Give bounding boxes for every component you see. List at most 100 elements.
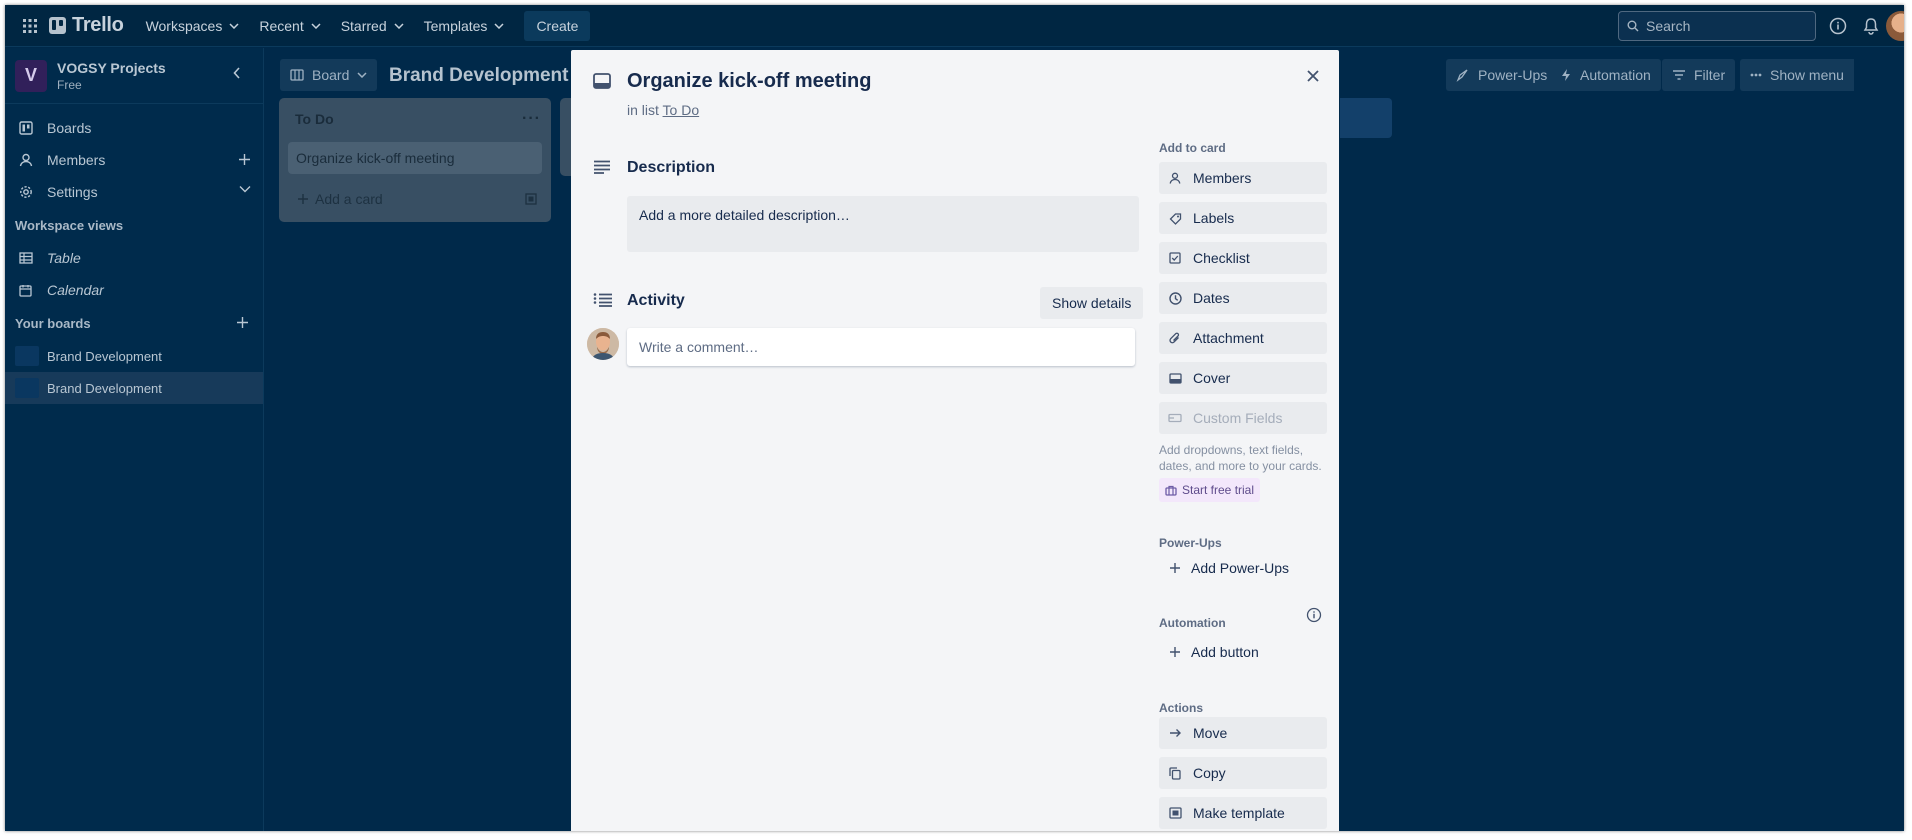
checklist-label: Checklist — [1193, 250, 1250, 266]
collapse-sidebar-icon[interactable] — [233, 67, 241, 79]
show-menu-button[interactable]: Show menu — [1740, 59, 1854, 91]
in-list-prefix: in list — [627, 102, 659, 118]
search-input[interactable]: Search — [1618, 11, 1816, 41]
nav-starred[interactable]: Starred — [331, 10, 414, 42]
automation-button[interactable]: Automation — [1550, 59, 1661, 91]
dates-button[interactable]: Dates — [1159, 282, 1327, 314]
board-view-label: Board — [312, 67, 350, 83]
copy-button[interactable]: Copy — [1159, 757, 1327, 789]
start-free-trial-label: Start free trial — [1182, 483, 1255, 497]
workspace-views-heading: Workspace views — [5, 208, 263, 242]
tag-icon — [1167, 212, 1183, 225]
filter-button[interactable]: Filter — [1662, 59, 1736, 91]
filter-label: Filter — [1694, 67, 1726, 83]
attachment-button[interactable]: Attachment — [1159, 322, 1327, 354]
sidebar-item-members[interactable]: Members — [5, 144, 263, 176]
user-avatar[interactable] — [1886, 11, 1904, 41]
powerups-button[interactable]: Power-Ups — [1446, 59, 1558, 91]
board-item-label: Brand Development — [47, 380, 162, 396]
search-icon — [1627, 20, 1639, 32]
make-template-button[interactable]: Make template — [1159, 797, 1327, 829]
copy-icon — [1167, 766, 1183, 780]
nav-recent[interactable]: Recent — [249, 10, 330, 42]
description-input[interactable]: Add a more detailed description… — [627, 196, 1139, 252]
briefcase-icon — [1165, 485, 1177, 496]
chevron-down-icon — [357, 72, 367, 78]
cover-button[interactable]: Cover — [1159, 362, 1327, 394]
card-title[interactable]: Organize kick-off meeting — [627, 70, 872, 93]
add-list-partial[interactable] — [1340, 98, 1392, 138]
board-icon — [19, 121, 37, 135]
workspace-header: V VOGSY Projects Free — [5, 48, 263, 104]
add-member-icon[interactable] — [238, 153, 251, 166]
activity-icon — [593, 293, 612, 307]
add-button-button[interactable]: Add button — [1159, 636, 1327, 668]
card-detail-modal: Organize kick-off meeting in list To Do … — [571, 50, 1339, 831]
board-thumbnail — [15, 378, 39, 398]
nav-templates[interactable]: Templates — [414, 10, 515, 42]
nav-workspaces[interactable]: Workspaces — [136, 10, 250, 42]
clock-icon — [1167, 291, 1183, 305]
sidebar-item-calendar[interactable]: Calendar — [5, 274, 263, 306]
lightning-icon — [1562, 69, 1570, 81]
app-switcher-icon[interactable] — [15, 11, 45, 41]
custom-fields-hint: Add dropdowns, text fields, dates, and m… — [1159, 443, 1322, 473]
show-details-button[interactable]: Show details — [1040, 287, 1144, 319]
search-placeholder: Search — [1646, 18, 1691, 34]
nav-recent-label: Recent — [259, 17, 304, 34]
info-icon[interactable] — [1828, 16, 1848, 36]
calendar-icon — [19, 284, 37, 297]
comment-input[interactable]: Write a comment… — [627, 328, 1135, 366]
description-icon — [594, 160, 610, 174]
custom-fields-label: Custom Fields — [1193, 410, 1283, 426]
arrow-right-icon — [1167, 728, 1183, 738]
info-icon[interactable] — [1306, 607, 1322, 628]
chevron-down-icon — [394, 22, 404, 29]
board-thumbnail — [15, 346, 39, 366]
card-list-info: in list To Do — [627, 102, 699, 118]
checklist-button[interactable]: Checklist — [1159, 242, 1327, 274]
move-label: Move — [1193, 725, 1228, 741]
sidebar-item-boards[interactable]: Boards — [5, 112, 263, 144]
add-button-label: Add button — [1191, 644, 1259, 660]
notification-bell-icon[interactable] — [1861, 16, 1881, 36]
create-button[interactable]: Create — [524, 10, 591, 41]
list-link[interactable]: To Do — [663, 102, 700, 118]
sidebar-item-settings[interactable]: Settings — [5, 176, 263, 208]
create-from-template-icon[interactable] — [525, 193, 537, 205]
sidebar-board-item-active[interactable]: Brand Development — [5, 372, 263, 404]
cover-icon — [1167, 372, 1183, 384]
list-title[interactable]: To Do — [295, 111, 334, 127]
labels-button[interactable]: Labels — [1159, 202, 1327, 234]
more-icon — [1750, 73, 1762, 77]
list-card[interactable]: Organize kick-off meeting — [288, 142, 542, 174]
trello-logo-icon — [49, 17, 66, 34]
sidebar-item-table[interactable]: Table — [5, 242, 263, 274]
chevron-down-icon[interactable] — [239, 185, 251, 193]
actions-heading: Actions — [1159, 701, 1204, 715]
workspace-name[interactable]: VOGSY Projects — [57, 60, 166, 76]
sidebar-board-item[interactable]: Brand Development — [5, 340, 263, 372]
nav-starred-label: Starred — [340, 17, 387, 34]
rocket-icon — [1456, 69, 1468, 82]
plus-icon — [1169, 646, 1181, 658]
board-item-label: Brand Development — [47, 348, 162, 364]
custom-fields-button[interactable]: Custom Fields — [1159, 402, 1327, 434]
start-free-trial-button[interactable]: Start free trial — [1159, 478, 1261, 502]
checkbox-icon — [1167, 252, 1183, 264]
list-menu-icon[interactable]: ··· — [522, 110, 541, 128]
powerups-heading: Power-Ups — [1159, 536, 1222, 550]
close-icon[interactable] — [1301, 64, 1325, 88]
members-button[interactable]: Members — [1159, 162, 1327, 194]
activity-heading: Activity — [627, 292, 685, 309]
board-view-switcher[interactable]: Board — [280, 59, 378, 91]
trello-logo[interactable]: Trello — [49, 14, 124, 37]
board-title[interactable]: Brand Development — [389, 65, 568, 87]
add-powerups-button[interactable]: Add Power-Ups — [1159, 552, 1327, 584]
workspace-views-heading-label: Workspace views — [15, 217, 124, 233]
move-button[interactable]: Move — [1159, 717, 1327, 749]
sidebar-item-label: Members — [47, 152, 106, 168]
add-board-icon[interactable] — [236, 316, 249, 329]
add-card-button[interactable]: Add a card — [297, 191, 383, 207]
powerups-label: Power-Ups — [1478, 67, 1548, 83]
